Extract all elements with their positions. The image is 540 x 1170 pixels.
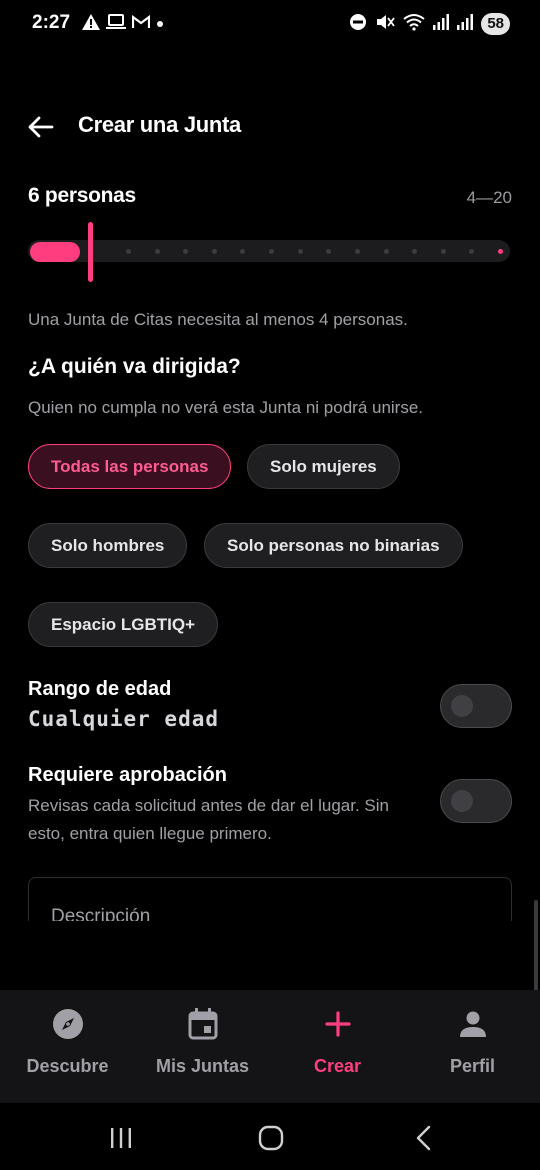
system-navigation-bar (0, 1103, 540, 1170)
slider-tick (354, 249, 360, 254)
nav-item-crear[interactable]: Crear (270, 990, 405, 1103)
toggle-knob (451, 790, 473, 812)
laptop-icon (106, 13, 126, 35)
slider-tick (498, 249, 503, 254)
signal-icon (433, 13, 450, 35)
arrow-left-icon (28, 116, 54, 138)
nav-item-perfil[interactable]: Perfil (405, 990, 540, 1103)
description-placeholder: Descripción (51, 906, 151, 921)
chevron-left-icon (416, 1125, 431, 1151)
nav-label-descubre: Descubre (26, 1056, 109, 1076)
approval-toggle[interactable] (440, 779, 512, 823)
age-range-toggle[interactable] (440, 684, 512, 728)
status-system-icons: 58 (349, 12, 510, 36)
chip-todas-las-personas[interactable]: Todas las personas (28, 444, 232, 489)
status-notification-icons (82, 13, 164, 35)
persons-minimum-note: Una Junta de Citas necesita al menos 4 p… (28, 310, 408, 329)
slider-tick (297, 249, 303, 254)
compass-icon (50, 1006, 86, 1042)
nav-label-perfil: Perfil (449, 1056, 496, 1076)
slider-thumb[interactable] (88, 222, 93, 282)
persons-slider[interactable] (28, 222, 512, 282)
slider-tick (440, 249, 446, 254)
plus-icon (320, 1006, 356, 1042)
nav-label-crear: Crear (313, 1056, 362, 1076)
warning-icon (82, 13, 100, 35)
description-field[interactable]: Descripción (28, 877, 512, 921)
slider-tick (154, 249, 160, 254)
status-bar: 2:27 58 (0, 0, 540, 50)
person-icon (455, 1006, 491, 1042)
persons-range-label: 4—20 (466, 188, 512, 207)
audience-title: ¿A quién va dirigida? (28, 355, 241, 378)
signal-icon (457, 13, 474, 35)
status-time: 2:27 (32, 12, 71, 33)
nav-item-descubre[interactable]: Descubre (0, 990, 135, 1103)
approval-description: Revisas cada solicitud antes de dar el l… (28, 796, 389, 843)
slider-tick (383, 249, 389, 254)
recent-apps-button[interactable] (108, 1125, 134, 1151)
nav-item-mis-juntas[interactable]: Mis Juntas (135, 990, 270, 1103)
chip-solo-mujeres[interactable]: Solo mujeres (247, 444, 400, 489)
chip-solo-personas-no-binarias[interactable]: Solo personas no binarias (204, 523, 463, 568)
home-icon (258, 1125, 284, 1151)
age-range-title: Rango de edad (28, 678, 172, 700)
wifi-icon (403, 13, 425, 36)
scrollbar[interactable] (534, 900, 538, 1000)
chip-espacio-lgbtiq[interactable]: Espacio LGBTIQ+ (28, 602, 219, 647)
calendar-icon (185, 1006, 221, 1042)
age-range-value: Cualquier edad (28, 707, 220, 731)
approval-title: Requiere aprobación (28, 764, 227, 786)
slider-tick (211, 249, 217, 254)
persons-count-label: 6 personas (28, 184, 136, 207)
slider-fill (30, 242, 80, 262)
do-not-disturb-icon (349, 13, 367, 36)
dot-icon (156, 15, 164, 33)
recent-apps-icon (111, 1128, 131, 1148)
back-button[interactable] (24, 110, 58, 144)
chip-solo-hombres[interactable]: Solo hombres (28, 523, 188, 568)
toggle-knob (451, 695, 473, 717)
mute-icon (375, 13, 396, 36)
bottom-navigation: Descubre Mis Juntas Crear Perfil (0, 990, 540, 1103)
nav-label-mis-juntas: Mis Juntas (155, 1056, 250, 1076)
audience-subtitle: Quien no cumpla no verá esta Junta ni po… (28, 398, 424, 417)
system-back-button[interactable] (412, 1125, 434, 1151)
page-title: Crear una Junta (78, 112, 241, 137)
battery-indicator: 58 (481, 13, 510, 35)
gmail-icon (131, 14, 151, 34)
home-button[interactable] (258, 1125, 284, 1151)
slider-tick (126, 249, 131, 254)
